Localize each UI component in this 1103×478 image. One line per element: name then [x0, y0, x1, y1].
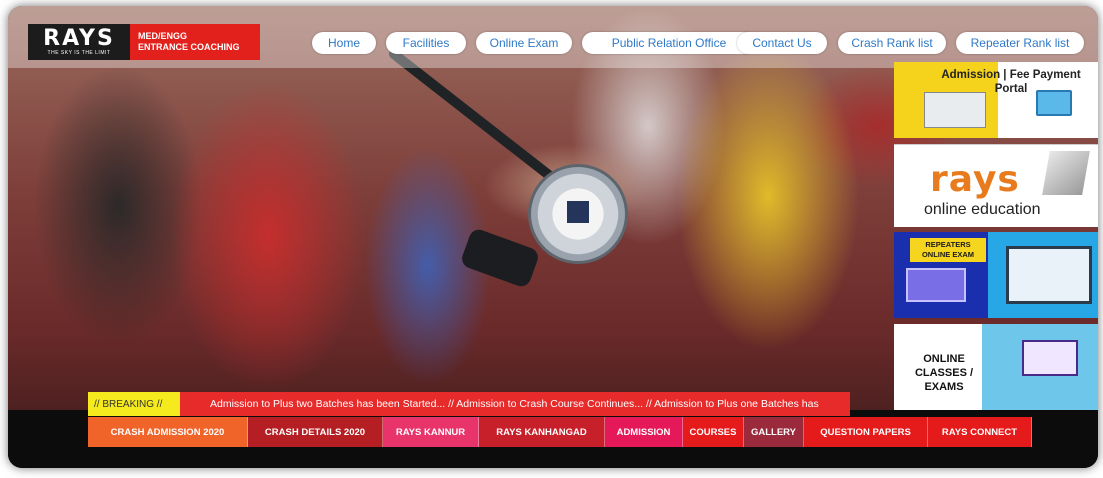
- logo-subtitle-line2: ENTRANCE COACHING: [138, 42, 240, 52]
- rays-online-subtitle: online education: [924, 201, 1041, 218]
- rays-online-word: rays: [930, 159, 1020, 200]
- stethoscope-logo-mark: [567, 201, 589, 223]
- books-icon: [924, 92, 986, 128]
- logo-mark: RAYS THE SKY IS THE LIMIT: [28, 24, 130, 60]
- nav-online-exam[interactable]: Online Exam: [476, 32, 572, 54]
- page-frame: RAYS THE SKY IS THE LIMIT MED/ENGG ENTRA…: [8, 6, 1098, 468]
- monitor-icon: [1006, 246, 1092, 304]
- menu-gallery[interactable]: GALLERY: [744, 417, 804, 447]
- repeaters-online-exam-card[interactable]: REPEATERS ONLINE EXAM: [894, 232, 1098, 318]
- nav-home[interactable]: Home: [312, 32, 376, 54]
- logo-tagline: THE SKY IS THE LIMIT: [47, 50, 111, 56]
- number-one-icon: [1042, 151, 1090, 195]
- brand-logo[interactable]: RAYS THE SKY IS THE LIMIT MED/ENGG ENTRA…: [28, 24, 260, 60]
- breaking-tag: // BREAKING //: [88, 392, 180, 416]
- video-screen-icon: [1022, 340, 1078, 376]
- nav-public-relation-office[interactable]: Public Relation Office: [582, 32, 756, 54]
- logo-subtitle-line1: MED/ENGG: [138, 31, 188, 41]
- nav-facilities[interactable]: Facilities: [386, 32, 466, 54]
- nav-repeater-rank-list[interactable]: Repeater Rank list: [956, 32, 1084, 54]
- stethoscope-tube: [386, 47, 567, 191]
- wristwatch: [459, 226, 541, 290]
- top-bar: RAYS THE SKY IS THE LIMIT MED/ENGG ENTRA…: [8, 6, 1098, 68]
- admission-fee-payment-card[interactable]: Admission | Fee Payment Portal: [894, 62, 1098, 138]
- repeaters-badge: REPEATERS ONLINE EXAM: [910, 238, 986, 262]
- stethoscope-chestpiece: [528, 164, 628, 264]
- logo-word: RAYS: [43, 26, 115, 51]
- menu-courses[interactable]: COURSES: [683, 417, 744, 447]
- quick-links-menu: CRASH ADMISSION 2020 CRASH DETAILS 2020 …: [88, 417, 1032, 447]
- online-card-title: ONLINE CLASSES / EXAMS: [914, 353, 974, 393]
- menu-crash-admission-2020[interactable]: CRASH ADMISSION 2020: [88, 417, 248, 447]
- menu-question-papers[interactable]: QUESTION PAPERS: [804, 417, 928, 447]
- admission-card-title: Admission | Fee Payment Portal: [941, 69, 1081, 95]
- menu-crash-details-2020[interactable]: CRASH DETAILS 2020: [248, 417, 383, 447]
- menu-rays-kannur[interactable]: RAYS KANNUR: [383, 417, 479, 447]
- breaking-news-ticker: // BREAKING // Admission to Plus two Bat…: [88, 392, 850, 416]
- logo-subtitle: MED/ENGG ENTRANCE COACHING: [130, 31, 240, 53]
- nav-contact-us[interactable]: Contact Us: [737, 32, 827, 54]
- online-classes-exams-card[interactable]: ONLINE CLASSES / EXAMS: [894, 324, 1098, 410]
- breaking-message[interactable]: Admission to Plus two Batches has been S…: [210, 392, 819, 416]
- rays-online-education-card[interactable]: rays online education: [894, 144, 1098, 227]
- menu-rays-connect[interactable]: RAYS CONNECT: [928, 417, 1032, 447]
- menu-rays-kanhangad[interactable]: RAYS KANHANGAD: [479, 417, 605, 447]
- repeaters-badge-line2: ONLINE EXAM: [921, 250, 975, 259]
- menu-admission[interactable]: ADMISSION: [605, 417, 683, 447]
- laptop-icon: [906, 268, 966, 302]
- nav-crash-rank-list[interactable]: Crash Rank list: [838, 32, 946, 54]
- repeaters-badge-line1: REPEATERS: [925, 240, 971, 249]
